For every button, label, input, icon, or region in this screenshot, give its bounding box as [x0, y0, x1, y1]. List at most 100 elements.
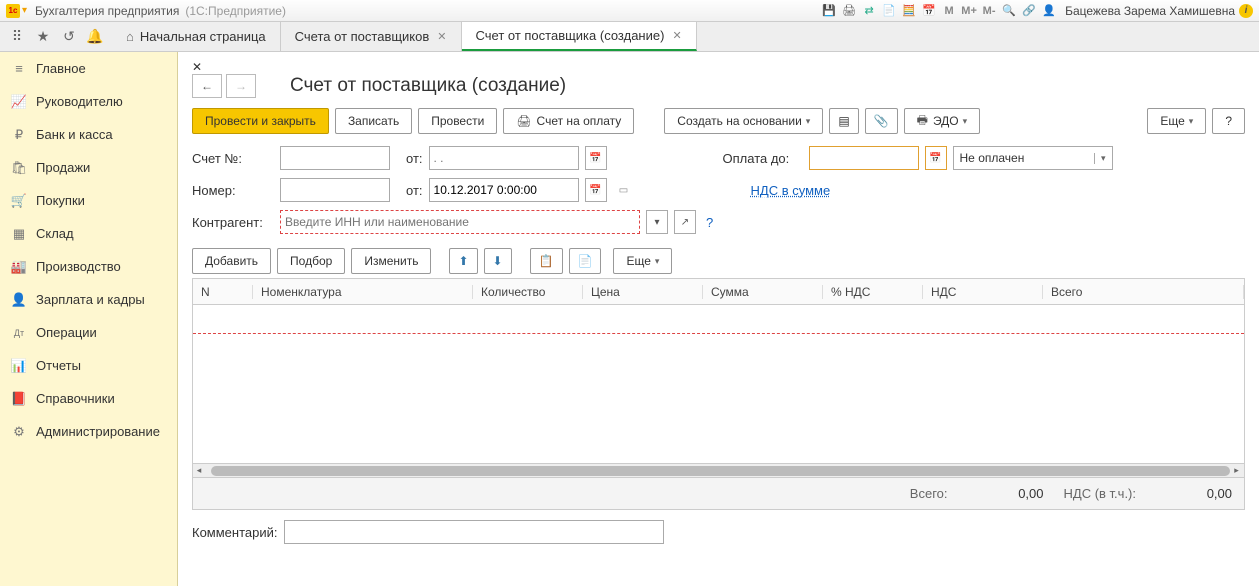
move-down-button[interactable]: ⬇	[484, 248, 512, 274]
calendar-picker-icon[interactable]: 📅	[585, 146, 607, 170]
col-vat-pct[interactable]: % НДС	[823, 285, 923, 299]
book-icon: 📕	[10, 391, 28, 407]
tab-home[interactable]: ⌂ Начальная страница	[112, 22, 281, 51]
sidebar-item-bank[interactable]: ₽Банк и касса	[0, 118, 177, 151]
link-icon[interactable]: 🔗	[1020, 3, 1038, 19]
notifications-bell-icon[interactable]: 🔔	[82, 23, 108, 51]
copy-button[interactable]: 📋	[530, 248, 563, 274]
calendar-icon[interactable]: 📅	[920, 3, 938, 19]
edit-row-button[interactable]: Изменить	[351, 248, 431, 274]
payment-date-input[interactable]	[809, 146, 919, 170]
table-more-button[interactable]: Еще▾	[613, 248, 672, 274]
pick-button[interactable]: Подбор	[277, 248, 345, 274]
sidebar-item-admin[interactable]: ⚙Администрирование	[0, 415, 177, 448]
sidebar-item-warehouse[interactable]: ▦Склад	[0, 217, 177, 250]
items-table: N Номенклатура Количество Цена Сумма % Н…	[192, 278, 1245, 478]
sidebar-item-production[interactable]: 🏭Производство	[0, 250, 177, 283]
open-picker-icon[interactable]: ↗	[674, 210, 696, 234]
calculator-icon[interactable]: 🧮	[900, 3, 918, 19]
nav-forward-button[interactable]: →	[226, 74, 256, 98]
apps-grid-icon[interactable]: ⠿	[4, 23, 30, 51]
close-tab-icon[interactable]: ✕	[672, 29, 681, 42]
print-icon[interactable]: 🖨	[840, 3, 858, 19]
scroll-left-icon[interactable]: ◂	[193, 465, 205, 476]
sidebar-item-references[interactable]: 📕 Справочники	[0, 382, 177, 415]
list-picker-icon[interactable]: ▭	[613, 178, 635, 202]
sidebar-item-label: Справочники	[36, 391, 115, 406]
table-body[interactable]	[193, 305, 1244, 463]
sidebar-item-payroll[interactable]: 👤Зарплата и кадры	[0, 283, 177, 316]
sidebar-item-operations[interactable]: ДтОперации	[0, 316, 177, 349]
sidebar-item-purchases[interactable]: 🛒Покупки	[0, 184, 177, 217]
account-date-input[interactable]	[429, 146, 579, 170]
account-number-input[interactable]	[280, 146, 390, 170]
number-input[interactable]	[280, 178, 390, 202]
tab-supplier-invoice-create[interactable]: Счет от поставщика (создание) ✕	[462, 22, 697, 51]
col-vat[interactable]: НДС	[923, 285, 1043, 299]
calendar-picker-icon[interactable]: 📅	[585, 178, 607, 202]
sidebar-item-label: Руководителю	[36, 94, 123, 109]
scroll-right-icon[interactable]: ▸	[1230, 465, 1242, 476]
vat-value: 0,00	[1144, 486, 1244, 501]
tab-home-label: Начальная страница	[140, 29, 266, 44]
close-tab-icon[interactable]: ✕	[437, 30, 446, 43]
create-based-on-button[interactable]: Создать на основании▾	[664, 108, 823, 134]
app-subtitle: (1С:Предприятие)	[185, 4, 286, 18]
vat-mode-link[interactable]: НДС в сумме	[751, 183, 831, 198]
save-icon[interactable]: 💾	[820, 3, 838, 19]
sidebar-item-label: Главное	[36, 61, 86, 76]
help-hint-icon[interactable]: ?	[706, 215, 713, 230]
paste-button[interactable]: 📄	[569, 248, 602, 274]
total-value: 0,00	[956, 486, 1056, 501]
favorites-star-icon[interactable]: ★	[30, 23, 56, 51]
compare-icon[interactable]: ⇄	[860, 3, 878, 19]
structure-button[interactable]: ▤	[829, 108, 858, 134]
history-icon[interactable]: ↺	[56, 23, 82, 51]
calendar-picker-icon[interactable]: 📅	[925, 146, 947, 170]
sidebar-item-reports[interactable]: 📊Отчеты	[0, 349, 177, 382]
col-quantity[interactable]: Количество	[473, 285, 583, 299]
col-sum[interactable]: Сумма	[703, 285, 823, 299]
memory-mminus-button[interactable]: M-	[980, 3, 998, 19]
col-price[interactable]: Цена	[583, 285, 703, 299]
dtkt-icon: Дт	[10, 328, 28, 338]
sidebar-item-label: Склад	[36, 226, 74, 241]
post-button[interactable]: Провести	[418, 108, 497, 134]
memory-mplus-button[interactable]: M+	[960, 3, 978, 19]
dropdown-picker-icon[interactable]: ▾	[646, 210, 668, 234]
more-button[interactable]: Еще▾	[1147, 108, 1206, 134]
button-label: ЭДО	[933, 114, 959, 128]
counterparty-input[interactable]	[280, 210, 640, 234]
horizontal-scrollbar[interactable]: ◂ ▸	[193, 463, 1244, 477]
col-total[interactable]: Всего	[1043, 285, 1244, 299]
document-icon[interactable]: 📄	[880, 3, 898, 19]
sidebar-item-label: Банк и касса	[36, 127, 113, 142]
add-row-button[interactable]: Добавить	[192, 248, 271, 274]
print-invoice-button[interactable]: 🖨Счет на оплату	[503, 108, 634, 134]
comment-input[interactable]	[284, 520, 664, 544]
tab-supplier-invoices[interactable]: Счета от поставщиков ✕	[281, 22, 462, 51]
save-button[interactable]: Записать	[335, 108, 412, 134]
chevron-down-icon: ▾	[806, 116, 811, 127]
scroll-thumb[interactable]	[211, 466, 1230, 476]
sidebar-item-sales[interactable]: 🛍Продажи	[0, 151, 177, 184]
sidebar-item-main[interactable]: ≡Главное	[0, 52, 177, 85]
nav-back-button[interactable]: ←	[192, 74, 222, 98]
info-icon[interactable]: i	[1239, 4, 1253, 18]
user-name[interactable]: Бацежева Зарема Хамишевна	[1065, 4, 1235, 18]
edo-button[interactable]: 🖶ЭДО▾	[904, 108, 981, 134]
col-n[interactable]: N	[193, 285, 253, 299]
close-page-icon[interactable]: ✕	[192, 60, 1245, 74]
document-date-input[interactable]	[429, 178, 579, 202]
memory-m-button[interactable]: M	[940, 3, 958, 19]
app-menu-dropdown-icon[interactable]: ▾	[22, 5, 27, 16]
post-and-close-button[interactable]: Провести и закрыть	[192, 108, 329, 134]
payment-status-select[interactable]: Не оплачен ▾	[953, 146, 1113, 170]
col-nomenclature[interactable]: Номенклатура	[253, 285, 473, 299]
sidebar-item-manager[interactable]: 📈Руководителю	[0, 85, 177, 118]
search-icon[interactable]: 🔍	[1000, 3, 1018, 19]
move-up-button[interactable]: ⬆	[449, 248, 477, 274]
attach-button[interactable]: 📎	[865, 108, 898, 134]
comment-label: Комментарий:	[192, 525, 284, 540]
help-button[interactable]: ?	[1212, 108, 1245, 134]
